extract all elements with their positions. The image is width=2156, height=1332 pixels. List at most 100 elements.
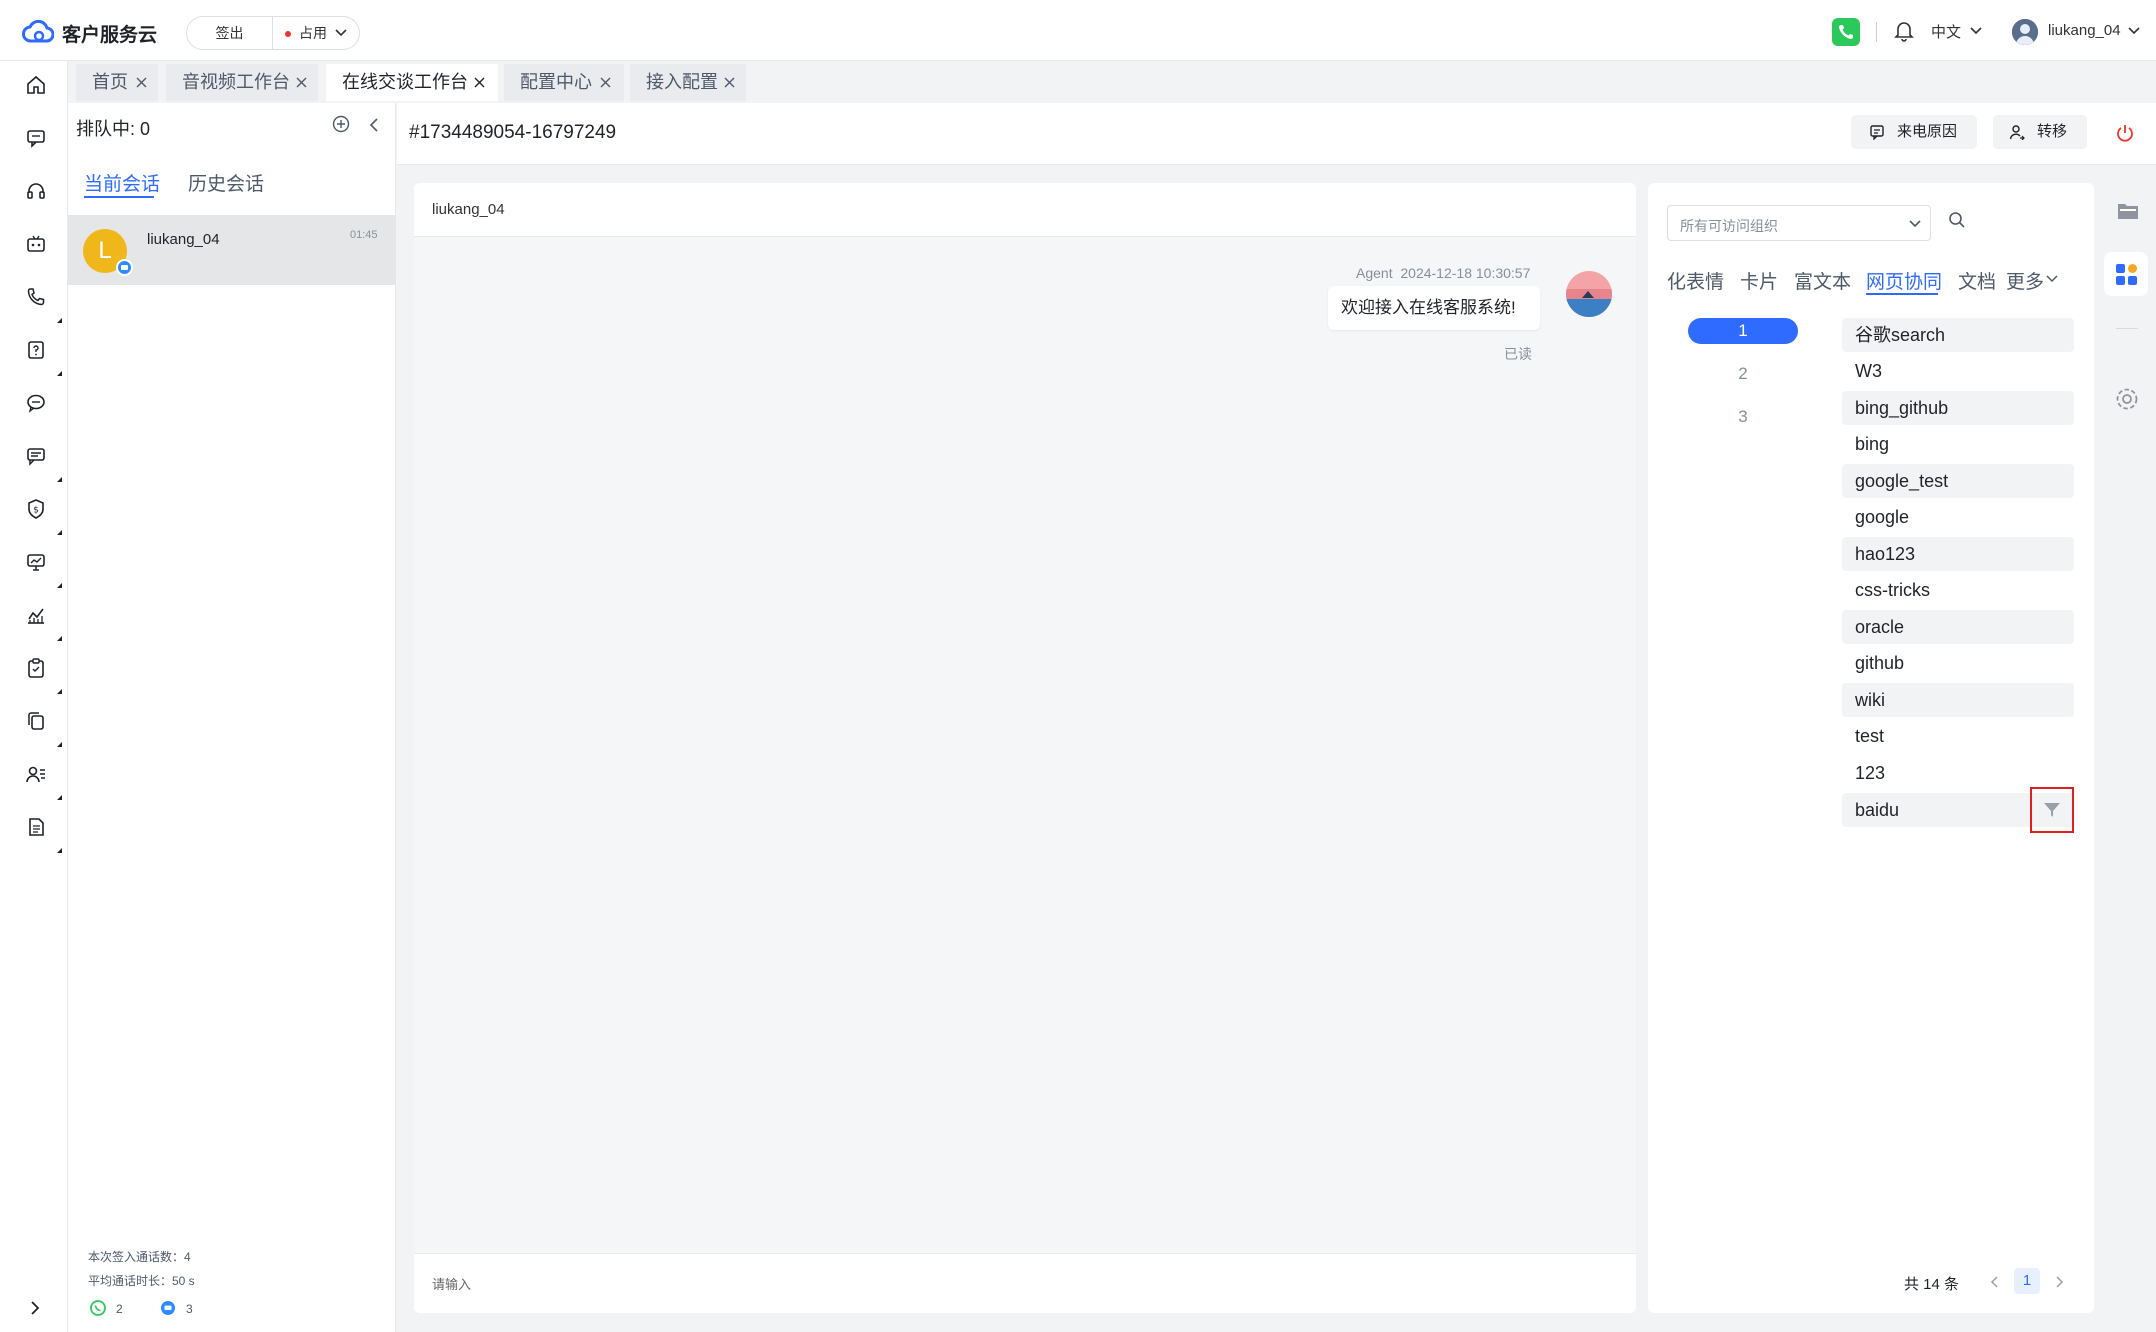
language-select[interactable]: 中文 — [1931, 21, 1961, 42]
monitor-chart-icon[interactable] — [25, 551, 47, 573]
chevron-down-icon — [1908, 219, 1922, 229]
power-icon[interactable] — [2115, 123, 2135, 143]
tab-history-sessions[interactable]: 历史会话 — [188, 169, 264, 196]
submenu-indicator — [57, 636, 62, 641]
close-icon[interactable] — [724, 77, 735, 88]
web-link-item[interactable]: 123 — [1842, 756, 2074, 790]
document-icon[interactable] — [25, 816, 47, 838]
tab-documents[interactable]: 文档 — [1958, 267, 1996, 294]
chevron-right-icon[interactable] — [2054, 1275, 2064, 1289]
close-icon[interactable] — [474, 77, 485, 88]
tab-online-chat-workbench[interactable]: 在线交谈工作台 — [326, 64, 498, 101]
username[interactable]: liukang_04 — [2048, 22, 2121, 39]
left-nav: $ — [0, 61, 68, 1332]
session-item[interactable]: L liukang_04 01:45 — [68, 215, 396, 285]
chevron-left-icon[interactable] — [368, 117, 380, 133]
submenu-indicator — [57, 583, 62, 588]
organization-select-value: 所有可访问组织 — [1680, 218, 1778, 234]
home-icon[interactable] — [25, 74, 47, 96]
web-link-item[interactable]: github — [1842, 646, 2074, 680]
web-link-item[interactable]: css-tricks — [1842, 573, 2074, 607]
phone-button[interactable] — [1832, 18, 1860, 46]
comment-icon[interactable] — [25, 445, 47, 467]
submenu-indicator — [57, 477, 62, 482]
tab-config-center[interactable]: 配置中心 — [504, 64, 624, 101]
web-link-item[interactable]: test — [1842, 719, 2074, 753]
chat-input-area[interactable]: 请输入 — [414, 1253, 1636, 1313]
tab-current-sessions[interactable]: 当前会话 — [84, 169, 160, 196]
tab-rich-text[interactable]: 富文本 — [1794, 267, 1851, 294]
apps-grid-icon[interactable] — [2115, 263, 2139, 287]
organization-select[interactable]: 所有可访问组织 — [1667, 205, 1931, 241]
bell-icon[interactable] — [1894, 20, 1914, 42]
conversation-id: #1734489054-16797249 — [409, 122, 617, 143]
note-icon — [1869, 124, 1885, 140]
web-link-item[interactable]: wiki — [1842, 683, 2074, 717]
web-link-item[interactable]: hao123 — [1842, 537, 2074, 571]
call-reason-button[interactable]: 来电原因 — [1851, 115, 1977, 149]
tab-cards[interactable]: 卡片 — [1740, 267, 1778, 294]
agent-status-group: 签出 占用 — [186, 16, 360, 50]
copy-icon[interactable] — [25, 710, 47, 732]
message-input[interactable]: 请输入 — [432, 1274, 471, 1293]
page-3[interactable]: 3 — [1688, 404, 1798, 430]
session-time: 01:45 — [350, 229, 378, 241]
web-link-item[interactable]: bing — [1842, 427, 2074, 461]
close-icon[interactable] — [600, 77, 611, 88]
sign-in-call-count: 本次签入通话数：4 — [88, 1250, 191, 1264]
search-icon[interactable] — [1948, 211, 1966, 229]
read-status: 已读 — [1504, 346, 1532, 362]
user-transfer-icon — [2009, 124, 2025, 140]
web-link-item[interactable]: W3 — [1842, 354, 2074, 388]
send-link-icon[interactable] — [2042, 800, 2062, 820]
close-icon[interactable] — [136, 77, 147, 88]
avatar[interactable] — [2012, 19, 2038, 45]
add-circle-icon[interactable] — [332, 115, 350, 133]
web-link-item[interactable]: bing_github — [1842, 391, 2074, 425]
pagination-current-page[interactable]: 1 — [2014, 1268, 2040, 1294]
svg-text:$: $ — [33, 506, 39, 516]
line-chart-icon[interactable] — [25, 604, 47, 626]
conversation-header: #1734489054-16797249 来电原因 转移 — [397, 103, 2156, 165]
clipboard-icon[interactable] — [25, 657, 47, 679]
question-doc-icon[interactable] — [25, 339, 47, 361]
tab-av-workbench[interactable]: 音视频工作台 — [166, 64, 318, 101]
web-link-item[interactable]: google — [1842, 500, 2074, 534]
web-link-item[interactable]: google_test — [1842, 464, 2074, 498]
whatsapp-count: 2 — [116, 1302, 123, 1316]
submenu-indicator — [57, 742, 62, 747]
tab-home[interactable]: 首页 — [76, 64, 158, 101]
tab-web-collaboration[interactable]: 网页协同 — [1866, 267, 1942, 294]
folder-icon[interactable] — [2116, 200, 2140, 222]
robot-icon[interactable] — [25, 233, 47, 255]
signout-button[interactable]: 签出 — [187, 17, 273, 49]
user-list-icon[interactable] — [25, 763, 47, 785]
app-title: 客户服务云 — [62, 25, 158, 46]
web-link-item[interactable]: 谷歌search — [1842, 318, 2074, 352]
message-circle-icon[interactable] — [25, 392, 47, 414]
submenu-indicator — [57, 689, 62, 694]
chevron-left-icon[interactable] — [1990, 1275, 2000, 1289]
message-timestamp: 2024-12-18 10:30:57 — [1400, 265, 1531, 281]
chevron-down-icon — [1970, 26, 1982, 36]
web-link-item[interactable]: oracle — [1842, 610, 2074, 644]
headset-icon[interactable] — [25, 180, 47, 202]
busy-status-select[interactable]: 占用 — [273, 17, 359, 49]
divider — [2116, 328, 2138, 329]
tab-more[interactable]: 更多 — [2006, 267, 2044, 294]
tab-label: 在线交谈工作台 — [342, 72, 468, 92]
phone-icon[interactable] — [25, 286, 47, 308]
tab-access-config[interactable]: 接入配置 — [630, 64, 746, 101]
transfer-button[interactable]: 转移 — [1993, 115, 2087, 149]
chat-bubble-icon[interactable] — [25, 127, 47, 149]
page-2[interactable]: 2 — [1688, 361, 1798, 387]
tab-label: 接入配置 — [646, 72, 718, 92]
shield-icon[interactable]: $ — [25, 498, 47, 520]
gear-icon[interactable] — [2114, 386, 2140, 412]
chevron-right-icon[interactable] — [28, 1299, 42, 1317]
submenu-indicator — [57, 318, 62, 323]
close-icon[interactable] — [296, 77, 307, 88]
tab-emoji[interactable]: 化表情 — [1667, 267, 1724, 294]
busy-dot-icon — [285, 31, 291, 37]
page-1[interactable]: 1 — [1688, 318, 1798, 344]
